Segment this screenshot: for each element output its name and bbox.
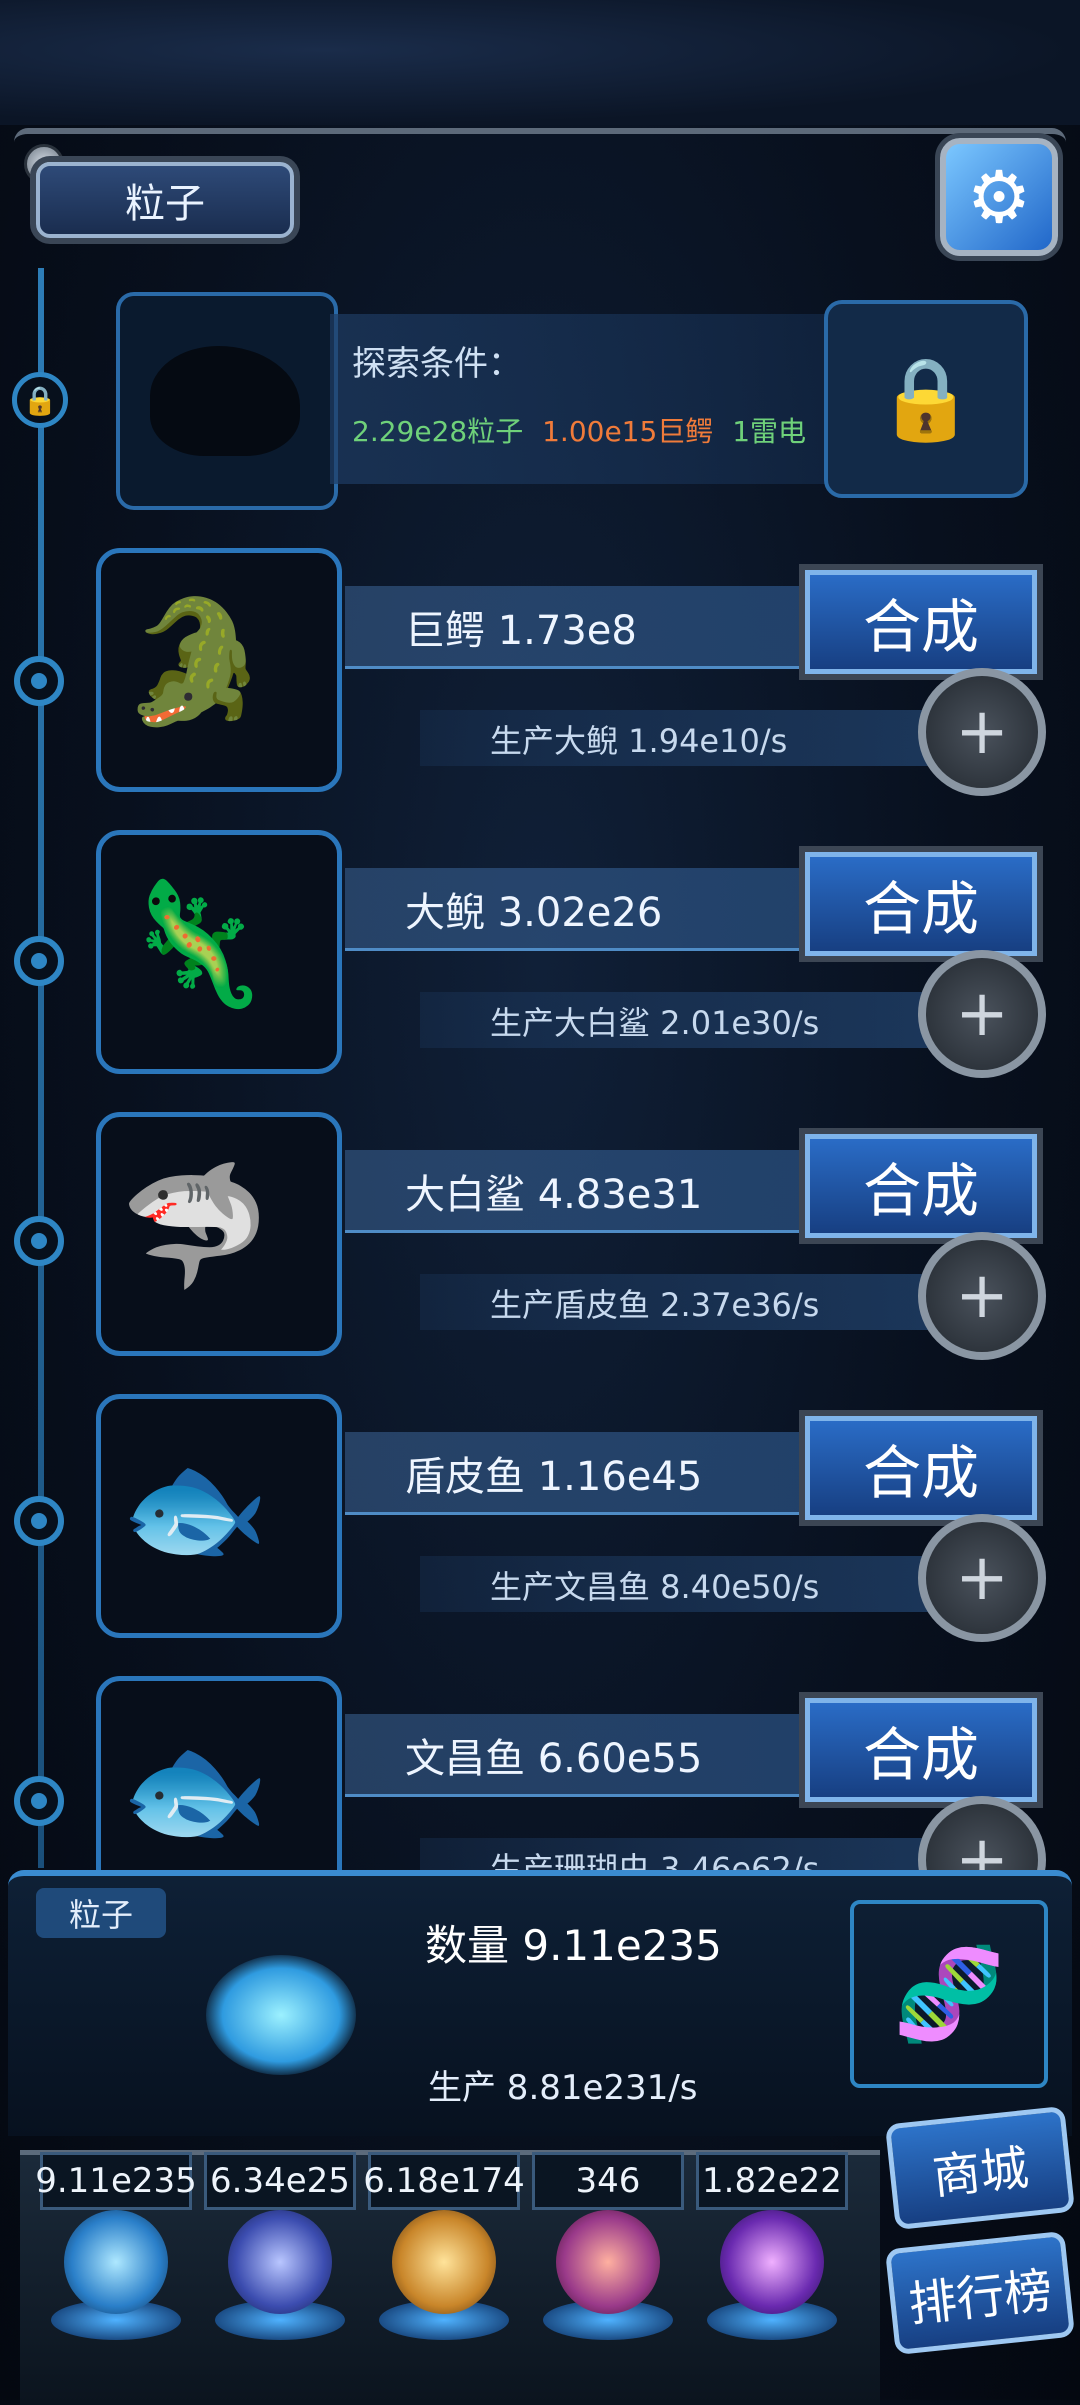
creature-name: 大鲵 3.02e26 bbox=[405, 890, 663, 936]
creature-production: 生产盾皮鱼 2.37e36/s bbox=[490, 1286, 820, 1324]
creature-production: 生产文昌鱼 8.40e50/s bbox=[490, 1568, 820, 1606]
lock-icon: 🔒 bbox=[12, 372, 68, 428]
unknown-creature-silhouette bbox=[150, 346, 300, 456]
settings-button[interactable]: ⚙ bbox=[940, 138, 1058, 256]
resource-value: 6.18e174 bbox=[363, 2152, 525, 2210]
lightning-orb-icon[interactable] bbox=[228, 2210, 332, 2314]
requirement-particles: 2.29e28粒子 bbox=[352, 415, 524, 448]
resource-value: 9.11e235 bbox=[35, 2152, 197, 2210]
page-title: 粒子 bbox=[36, 162, 294, 238]
creature-name: 文昌鱼 6.60e55 bbox=[405, 1736, 703, 1782]
resource-value: 1.82e22 bbox=[696, 2152, 848, 2210]
requirement-crocodile: 1.00e15巨鳄 bbox=[542, 415, 714, 448]
merge-button[interactable]: 合成 bbox=[805, 1698, 1037, 1802]
unlock-button[interactable]: 🔒 bbox=[824, 300, 1028, 498]
creature-name: 盾皮鱼 1.16e45 bbox=[405, 1454, 703, 1500]
lancelet-icon: 🐟 bbox=[120, 1721, 270, 1860]
gear-icon: ⚙ bbox=[966, 155, 1032, 239]
vortex-orb-icon[interactable] bbox=[720, 2210, 824, 2314]
particle-rate: 生产 8.81e231/s bbox=[428, 2068, 698, 2108]
add-button[interactable]: + bbox=[918, 668, 1046, 796]
merge-button[interactable]: 合成 bbox=[805, 1134, 1037, 1238]
resource-value: 346 bbox=[532, 2152, 684, 2210]
merge-button[interactable]: 合成 bbox=[805, 570, 1037, 674]
atom-orb-icon[interactable] bbox=[64, 2210, 168, 2314]
shark-icon: 🦈 bbox=[120, 1157, 270, 1296]
creature-production: 生产大白鲨 2.01e30/s bbox=[490, 1004, 820, 1042]
add-button[interactable]: + bbox=[918, 1514, 1046, 1642]
space-background bbox=[0, 0, 1080, 125]
dna-icon[interactable]: 🧬 bbox=[850, 1900, 1048, 2088]
add-button[interactable]: + bbox=[918, 950, 1046, 1078]
creature-name: 大白鲨 4.83e31 bbox=[405, 1172, 703, 1218]
plus-icon: + bbox=[955, 695, 1009, 769]
creature-name: 巨鳄 1.73e8 bbox=[405, 608, 637, 654]
axolotl-icon: 🦎 bbox=[120, 875, 270, 1014]
creature-row: 🐟 盾皮鱼 1.16e45 生产文昌鱼 8.40e50/s 合成 + bbox=[0, 1394, 1080, 1664]
condition-requirements: 2.29e28粒子 1.00e15巨鳄 1雷电 bbox=[352, 410, 806, 450]
particle-count: 数量 9.11e235 bbox=[425, 1921, 722, 1970]
crocodile-icon: 🐊 bbox=[120, 593, 270, 732]
padlock-icon: 🔒 bbox=[876, 352, 976, 445]
creature-row: 🦎 大鲵 3.02e26 生产大白鲨 2.01e30/s 合成 + bbox=[0, 830, 1080, 1100]
brain-orb-icon[interactable] bbox=[556, 2210, 660, 2314]
creature-row: 🦈 大白鲨 4.83e31 生产盾皮鱼 2.37e36/s 合成 + bbox=[0, 1112, 1080, 1382]
creature-row: 🐊 巨鳄 1.73e8 生产大鲵 1.94e10/s 合成 + bbox=[0, 548, 1080, 818]
plus-icon: + bbox=[955, 1541, 1009, 1615]
plus-icon: + bbox=[955, 1259, 1009, 1333]
condition-label: 探索条件： bbox=[352, 344, 522, 384]
locked-creature-card: 探索条件： 2.29e28粒子 1.00e15巨鳄 1雷电 🔒 bbox=[116, 292, 1028, 510]
plus-icon: + bbox=[955, 977, 1009, 1051]
add-button[interactable]: + bbox=[918, 1232, 1046, 1360]
leaderboard-button[interactable]: 排行榜 bbox=[884, 2230, 1076, 2356]
header: 粒子 ⚙ bbox=[14, 128, 1066, 268]
particle-cluster-icon bbox=[206, 1955, 356, 2075]
merge-button[interactable]: 合成 bbox=[805, 852, 1037, 956]
panel-tab: 粒子 bbox=[36, 1888, 166, 1938]
shop-button[interactable]: 商城 bbox=[884, 2105, 1076, 2231]
requirement-thunder: 1雷电 bbox=[732, 415, 807, 448]
dunkleosteus-icon: 🐟 bbox=[120, 1439, 270, 1578]
creature-production: 生产大鲵 1.94e10/s bbox=[490, 722, 788, 760]
resource-value: 6.34e25 bbox=[204, 2152, 356, 2210]
merge-button[interactable]: 合成 bbox=[805, 1416, 1037, 1520]
locked-image-frame bbox=[116, 292, 338, 510]
fire-orb-icon[interactable] bbox=[392, 2210, 496, 2314]
